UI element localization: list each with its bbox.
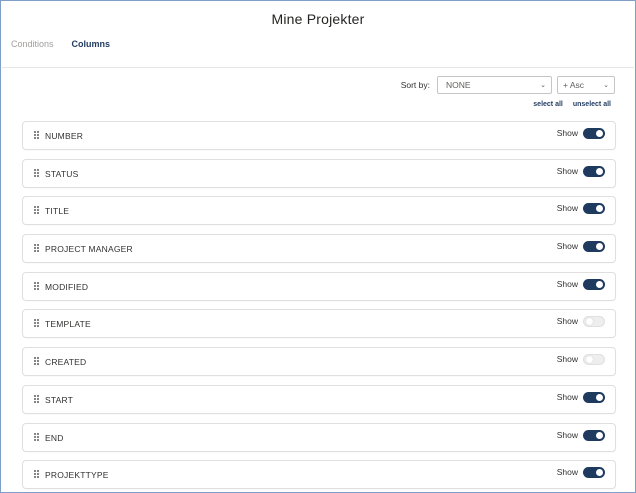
select-all-link[interactable]: select all [533,101,563,108]
show-label: Show [556,278,578,289]
show-label: Show [556,316,578,327]
toggle-knob [596,130,603,137]
show-toggle[interactable] [583,278,605,290]
show-toggle[interactable] [583,354,605,366]
sort-bar: Sort by: NONE ⌄ + Asc ⌄ [401,76,615,94]
column-list: NUMBER Show STATUS Show TITLE Show PROJECT MAN… [22,121,616,492]
show-toggle[interactable] [583,241,605,253]
show-label: Show [556,128,578,138]
drag-handle-icon[interactable] [34,281,39,290]
drag-handle-icon[interactable] [34,168,39,177]
column-row[interactable]: MODIFIED Show [22,271,616,301]
tab-bar: Conditions Columns [11,39,110,49]
drag-handle-icon[interactable] [34,206,39,215]
drag-handle-icon[interactable] [34,357,39,366]
show-toggle[interactable] [583,316,605,328]
column-label: CREATED [45,357,87,368]
column-label: TEMPLATE [45,319,91,330]
column-row[interactable]: TEMPLATE Show [22,309,616,339]
dialog-title: Mine Projekter [271,11,365,27]
show-label: Show [556,429,578,440]
column-row[interactable]: PROJECT MANAGER Show [22,234,616,264]
drag-handle-icon[interactable] [34,432,39,441]
column-label: MODIFIED [45,281,89,292]
show-label: Show [556,467,578,478]
show-label: Show [556,203,578,214]
toggle-knob [596,243,603,251]
drag-handle-icon[interactable] [34,470,39,479]
column-row[interactable]: NUMBER Show [22,121,616,150]
sort-field-select[interactable]: NONE ⌄ [437,76,552,94]
show-label: Show [556,165,578,176]
sort-direction-select[interactable]: + Asc ⌄ [557,76,615,94]
show-toggle[interactable] [583,391,605,403]
column-label: NUMBER [45,131,84,141]
column-label: START [45,394,74,405]
chevron-down-icon: ⌄ [603,82,609,89]
selection-links: select all unselect all [533,101,611,108]
column-label: PROJEKTTYPE [45,470,109,481]
column-settings-dialog: Mine Projekter Conditions Columns Sort b… [0,0,636,493]
show-toggle[interactable] [583,165,605,177]
toggle-knob [586,318,593,326]
column-label: STATUS [45,168,79,179]
toggle-knob [596,280,603,288]
toggle-knob [596,469,603,477]
show-toggle[interactable] [583,467,605,479]
column-label: END [45,432,64,443]
column-row[interactable]: PROJEKTTYPE Show [22,460,616,490]
chevron-down-icon: ⌄ [540,82,546,89]
column-row[interactable]: TITLE Show [22,196,616,226]
show-toggle[interactable] [583,128,605,139]
show-label: Show [556,354,578,365]
tab-conditions[interactable]: Conditions [11,39,54,49]
sort-by-label: Sort by: [400,80,430,90]
drag-handle-icon[interactable] [34,244,39,253]
sort-direction-value: + Asc [563,80,585,90]
column-label: PROJECT MANAGER [45,244,133,255]
unselect-all-link[interactable]: unselect all [573,101,611,108]
drag-handle-icon[interactable] [34,394,39,403]
column-label: TITLE [45,206,70,217]
drag-handle-icon[interactable] [34,131,39,139]
sort-field-value: NONE [446,80,471,90]
show-label: Show [556,391,578,402]
toggle-knob [596,393,603,401]
column-row[interactable]: CREATED Show [22,347,616,377]
show-toggle[interactable] [583,203,605,215]
show-label: Show [556,241,578,252]
show-toggle[interactable] [583,429,605,441]
tab-columns[interactable]: Columns [72,39,111,49]
column-row[interactable]: STATUS Show [22,158,616,188]
column-row[interactable]: START Show [22,384,616,414]
toggle-knob [586,356,593,364]
toggle-knob [596,205,603,213]
header-divider [2,67,634,68]
column-row[interactable]: END Show [22,422,616,452]
drag-handle-icon[interactable] [34,319,39,328]
toggle-knob [596,431,603,439]
toggle-knob [596,167,603,175]
